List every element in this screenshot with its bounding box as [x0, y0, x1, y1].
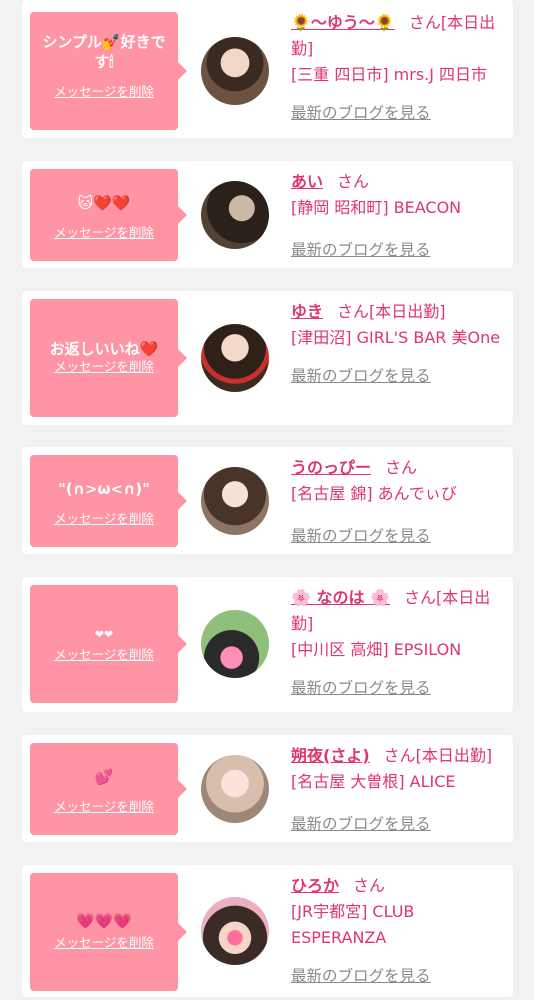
delete-message-link[interactable]: メッセージを削除	[30, 222, 178, 241]
honorific: さん	[383, 746, 416, 765]
honorific: さん	[404, 588, 437, 607]
message-bubble: シンプル💅好きです🕯 メッセージを削除	[30, 12, 187, 130]
avatar[interactable]	[201, 181, 269, 249]
work-status: [本日出勤]	[415, 746, 493, 765]
delete-message-link[interactable]: メッセージを削除	[30, 796, 178, 815]
shop-label: [三重 四日市] mrs.J 四日市	[291, 65, 488, 84]
profile-info: 朔夜(さよ) さん[本日出勤] [名古屋 大曽根] ALICE 最新のブログを見る	[291, 743, 507, 837]
latest-blog-link[interactable]: 最新のブログを見る	[291, 963, 431, 989]
profile-name-link[interactable]: 🌻〜ゆう〜🌻	[291, 13, 395, 32]
avatar[interactable]	[201, 610, 269, 678]
list-item: ❤❤ メッセージを削除 🌸 なのは 🌸 さん[本日出勤] [中川区 高畑] EPS…	[22, 577, 513, 712]
profile-info: あい さん [静岡 昭和町] BEACON 最新のブログを見る	[291, 169, 507, 263]
profile-name-link[interactable]: 朔夜(さよ)	[291, 746, 370, 765]
message-bubble: ❤❤ メッセージを削除	[30, 585, 187, 703]
honorific: さん	[408, 13, 441, 32]
delete-message-link[interactable]: メッセージを削除	[30, 644, 178, 663]
message-bubble: お返しいいね❤️ メッセージを削除	[30, 299, 187, 417]
profile-info: ひろか さん [JR宇都宮] CLUB ESPERANZA 最新のブログを見る	[291, 873, 507, 989]
message-text: 💕	[94, 768, 114, 786]
list-item: 🐱❤️❤️ メッセージを削除 あい さん [静岡 昭和町] BEACON 最新のブ…	[22, 161, 513, 268]
shop-label: [静岡 昭和町] BEACON	[291, 198, 462, 217]
avatar[interactable]	[201, 324, 269, 392]
list-item: 💕 メッセージを削除 朔夜(さよ) さん[本日出勤] [名古屋 大曽根] ALIC…	[22, 735, 513, 842]
list-item: シンプル💅好きです🕯 メッセージを削除 🌻〜ゆう〜🌻 さん[本日出勤] [三重 四…	[22, 0, 513, 138]
list-item: お返しいいね❤️ メッセージを削除 ゆき さん[本日出勤] [津田沼] GIRL'…	[22, 291, 513, 425]
profile-info: 🌻〜ゆう〜🌻 さん[本日出勤] [三重 四日市] mrs.J 四日市 最新のブログ…	[291, 10, 507, 126]
avatar[interactable]	[201, 37, 269, 105]
message-text: 💗💗💗	[75, 912, 133, 930]
profile-name-link[interactable]: 🌸 なのは 🌸	[291, 588, 390, 607]
latest-blog-link[interactable]: 最新のブログを見る	[291, 100, 431, 126]
latest-blog-link[interactable]: 最新のブログを見る	[291, 675, 431, 701]
latest-blog-link[interactable]: 最新のブログを見る	[291, 523, 431, 549]
delete-message-link[interactable]: メッセージを削除	[30, 932, 178, 951]
shop-label: [名古屋 大曽根] ALICE	[291, 772, 456, 791]
list-item: "(∩>ω<∩)" メッセージを削除 うのっぴー さん [名古屋 錦] あんでぃび…	[22, 447, 513, 554]
latest-blog-link[interactable]: 最新のブログを見る	[291, 811, 431, 837]
avatar[interactable]	[201, 897, 269, 965]
shop-label: [JR宇都宮] CLUB ESPERANZA	[291, 902, 415, 947]
shop-label: [名古屋 錦] あんでぃび	[291, 484, 457, 503]
latest-blog-link[interactable]: 最新のブログを見る	[291, 363, 431, 389]
delete-message-link[interactable]: メッセージを削除	[30, 81, 178, 100]
message-text: 🐱❤️❤️	[77, 194, 131, 212]
message-bubble: 🐱❤️❤️ メッセージを削除	[30, 169, 187, 261]
avatar[interactable]	[201, 467, 269, 535]
profile-name-link[interactable]: ゆき	[291, 302, 323, 321]
message-bubble: 💗💗💗 メッセージを削除	[30, 873, 187, 991]
message-bubble: 💕 メッセージを削除	[30, 743, 187, 835]
honorific: さん	[353, 876, 386, 895]
latest-blog-link[interactable]: 最新のブログを見る	[291, 237, 431, 263]
profile-info: 🌸 なのは 🌸 さん[本日出勤] [中川区 高畑] EPSILON 最新のブログを…	[291, 585, 507, 701]
honorific: さん	[337, 172, 370, 191]
list-item: 💗💗💗 メッセージを削除 ひろか さん [JR宇都宮] CLUB ESPERANZ…	[22, 865, 513, 997]
honorific: さん	[337, 302, 370, 321]
message-text: "(∩>ω<∩)"	[58, 480, 150, 498]
message-bubble: "(∩>ω<∩)" メッセージを削除	[30, 455, 187, 547]
message-list: シンプル💅好きです🕯 メッセージを削除 🌻〜ゆう〜🌻 さん[本日出勤] [三重 四…	[0, 0, 534, 1000]
profile-info: うのっぴー さん [名古屋 錦] あんでぃび 最新のブログを見る	[291, 455, 507, 549]
profile-info: ゆき さん[本日出勤] [津田沼] GIRL'S BAR 美One 最新のブログを…	[291, 299, 507, 389]
avatar[interactable]	[201, 755, 269, 823]
work-status: [本日出勤]	[369, 302, 446, 321]
shop-label: [中川区 高畑] EPSILON	[291, 640, 462, 659]
profile-name-link[interactable]: あい	[291, 172, 323, 191]
message-text: ❤❤	[94, 628, 114, 641]
honorific: さん	[385, 458, 418, 477]
delete-message-link[interactable]: メッセージを削除	[30, 508, 178, 527]
shop-label: [津田沼] GIRL'S BAR 美One	[291, 328, 501, 347]
profile-name-link[interactable]: ひろか	[291, 876, 339, 895]
delete-message-link[interactable]: メッセージを削除	[30, 356, 178, 375]
message-text: シンプル💅好きです🕯	[42, 33, 166, 71]
profile-name-link[interactable]: うのっぴー	[291, 458, 371, 477]
